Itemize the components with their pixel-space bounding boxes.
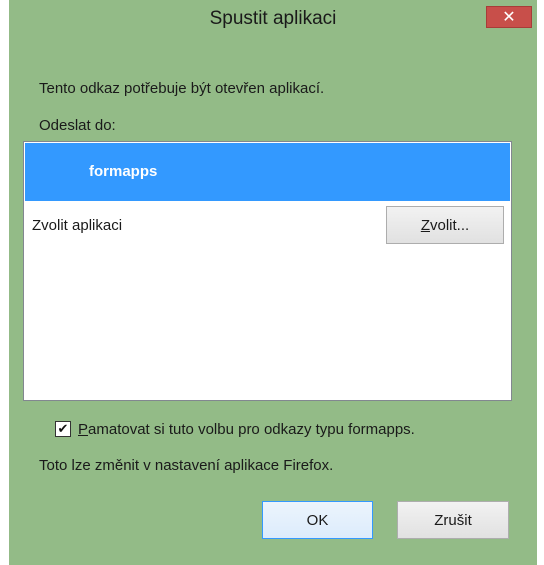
send-to-label: Odeslat do: (39, 117, 116, 134)
window-title: Spustit aplikaci (209, 8, 337, 29)
remember-accel: P (78, 421, 89, 438)
remember-label-text: amatovat si tuto volbu pro odkazy typu f… (88, 421, 415, 438)
choose-button-accel: Z (420, 216, 430, 234)
intro-text: Tento odkaz potřebuje být otevřen aplika… (39, 80, 325, 97)
list-item-label: formapps (89, 163, 158, 180)
title-bar[interactable]: Spustit aplikaci ✕ (9, 0, 537, 36)
cancel-button[interactable]: Zrušit (397, 501, 509, 539)
close-button[interactable]: ✕ (486, 6, 532, 28)
choose-app-button[interactable]: Zvolit... (386, 206, 504, 244)
remember-checkbox-label[interactable]: Pamatovat si tuto volbu pro odkazy typu … (78, 421, 415, 438)
application-list[interactable]: formapps Zvolit aplikaci (23, 141, 512, 401)
choose-app-label: Zvolit aplikaci (32, 217, 123, 234)
check-icon: ✔ (57, 421, 69, 436)
close-icon: ✕ (502, 9, 516, 26)
list-item-formapps[interactable]: formapps (25, 143, 510, 201)
hint-text: Toto lze změnit v nastavení aplikace Fir… (39, 457, 334, 474)
choose-button-label: volit... (429, 216, 470, 234)
ok-button[interactable]: OK (262, 501, 373, 539)
remember-checkbox[interactable]: ✔ (55, 421, 71, 437)
